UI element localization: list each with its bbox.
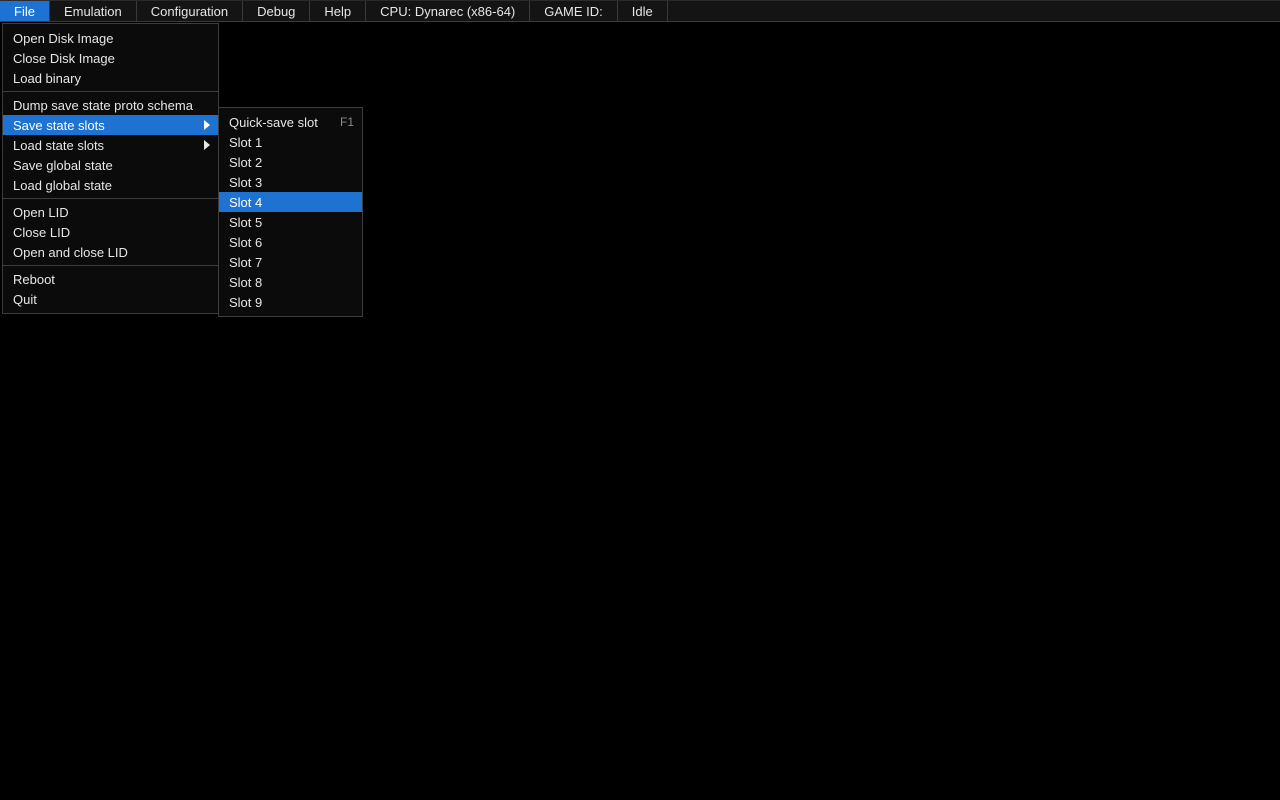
file-save-state-slots[interactable]: Save state slots [3,115,218,135]
status-cpu-label: CPU: Dynarec (x86-64) [380,4,515,19]
menu-separator [3,91,218,92]
item-label: Quick-save slot [229,115,330,130]
item-label: Open and close LID [13,245,210,260]
file-open-close-lid[interactable]: Open and close LID [3,242,218,262]
file-quit[interactable]: Quit [3,289,218,309]
item-label: Dump save state proto schema [13,98,210,113]
item-label: Slot 2 [229,155,354,170]
item-label: Open LID [13,205,210,220]
file-save-global-state[interactable]: Save global state [3,155,218,175]
submenu-arrow-icon [204,120,210,130]
menu-debug-label: Debug [257,4,295,19]
menubar: File Emulation Configuration Debug Help … [0,0,1280,22]
item-label: Slot 7 [229,255,354,270]
file-close-lid[interactable]: Close LID [3,222,218,242]
status-game-id: GAME ID: [530,1,618,21]
item-label: Open Disk Image [13,31,210,46]
item-label: Slot 3 [229,175,354,190]
item-label: Slot 8 [229,275,354,290]
submenu-arrow-icon [204,140,210,150]
item-label: Load state slots [13,138,196,153]
file-dump-schema[interactable]: Dump save state proto schema [3,95,218,115]
slot-5[interactable]: Slot 5 [219,212,362,232]
slot-4[interactable]: Slot 4 [219,192,362,212]
slot-8[interactable]: Slot 8 [219,272,362,292]
item-label: Close LID [13,225,210,240]
menu-separator [3,265,218,266]
status-state-label: Idle [632,4,653,19]
file-load-state-slots[interactable]: Load state slots [3,135,218,155]
item-label: Reboot [13,272,210,287]
item-label: Save global state [13,158,210,173]
status-cpu: CPU: Dynarec (x86-64) [366,1,530,21]
item-label: Load global state [13,178,210,193]
menu-separator [3,198,218,199]
menu-help[interactable]: Help [310,1,366,21]
item-label: Slot 5 [229,215,354,230]
menu-emulation-label: Emulation [64,4,122,19]
slot-2[interactable]: Slot 2 [219,152,362,172]
file-open-disk-image[interactable]: Open Disk Image [3,28,218,48]
item-label: Slot 6 [229,235,354,250]
status-state: Idle [618,1,668,21]
status-game-id-label: GAME ID: [544,4,603,19]
item-accelerator: F1 [340,115,354,129]
menu-debug[interactable]: Debug [243,1,310,21]
slot-3[interactable]: Slot 3 [219,172,362,192]
item-label: Slot 1 [229,135,354,150]
file-close-disk-image[interactable]: Close Disk Image [3,48,218,68]
item-label: Load binary [13,71,210,86]
item-label: Save state slots [13,118,196,133]
menu-configuration[interactable]: Configuration [137,1,243,21]
item-label: Quit [13,292,210,307]
slot-9[interactable]: Slot 9 [219,292,362,312]
slot-6[interactable]: Slot 6 [219,232,362,252]
slot-7[interactable]: Slot 7 [219,252,362,272]
item-label: Slot 4 [229,195,354,210]
file-dropdown: Open Disk Image Close Disk Image Load bi… [2,23,219,314]
menu-file-label: File [14,4,35,19]
file-load-binary[interactable]: Load binary [3,68,218,88]
slot-quick-save[interactable]: Quick-save slot F1 [219,112,362,132]
menu-configuration-label: Configuration [151,4,228,19]
save-slots-submenu: Quick-save slot F1 Slot 1 Slot 2 Slot 3 … [218,107,363,317]
item-label: Slot 9 [229,295,354,310]
menu-file[interactable]: File [0,1,50,21]
file-reboot[interactable]: Reboot [3,269,218,289]
file-load-global-state[interactable]: Load global state [3,175,218,195]
item-label: Close Disk Image [13,51,210,66]
file-open-lid[interactable]: Open LID [3,202,218,222]
menu-help-label: Help [324,4,351,19]
menu-emulation[interactable]: Emulation [50,1,137,21]
slot-1[interactable]: Slot 1 [219,132,362,152]
